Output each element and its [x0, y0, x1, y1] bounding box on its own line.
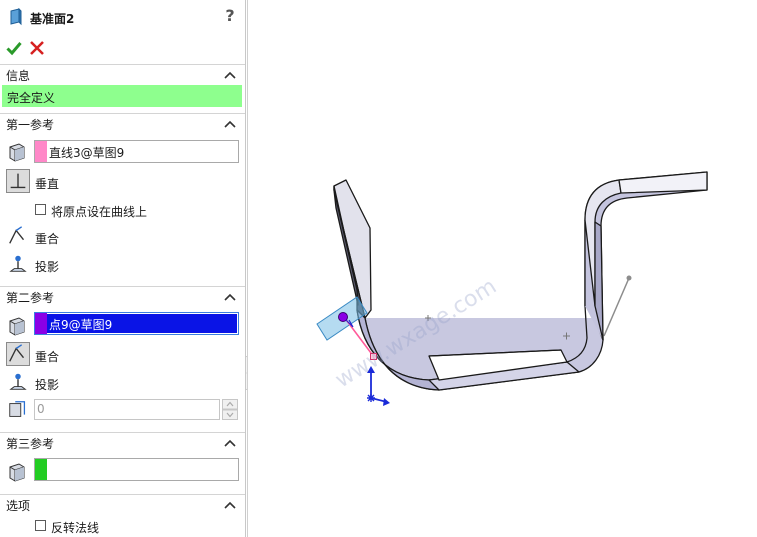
chevron-up-icon[interactable]: [224, 119, 236, 129]
graphics-viewport[interactable]: www.wxage.com: [247, 0, 757, 537]
ok-check-icon[interactable]: [6, 40, 22, 56]
chevron-up-icon[interactable]: [224, 70, 236, 80]
third-reference-color-swatch: [35, 459, 47, 480]
plane-feature-icon: [10, 8, 22, 26]
offset-value-text: 0: [37, 402, 45, 416]
perpendicular-label: 垂直: [35, 177, 60, 191]
status-message: 完全定义: [2, 85, 242, 107]
section-header-options[interactable]: 选项: [0, 494, 245, 514]
projection-icon[interactable]: [6, 370, 30, 394]
offset-value-input[interactable]: 0: [34, 399, 220, 420]
section-label-options: 选项: [6, 499, 31, 513]
second-reference-selection-text: 点9@草图9: [49, 318, 113, 332]
distance-spin-icon: [9, 401, 26, 417]
first-reference-color-swatch: [35, 141, 47, 162]
chevron-up-icon[interactable]: [224, 438, 236, 448]
second-reference-color-swatch: [35, 313, 47, 334]
second-projection-label: 投影: [35, 378, 60, 392]
projection-icon[interactable]: [6, 252, 30, 276]
section-label-first-reference: 第一参考: [6, 118, 55, 132]
section-label-third-reference: 第三参考: [6, 437, 55, 451]
first-reference-selection-text: 直线3@草图9: [49, 146, 125, 160]
section-header-third-reference[interactable]: 第三参考: [0, 432, 245, 452]
panel-titlebar: 基准面2 ?: [0, 0, 245, 34]
origin-on-curve-checkbox[interactable]: [35, 204, 46, 215]
section-label-info: 信息: [6, 69, 31, 83]
first-coincident-label: 重合: [35, 232, 60, 246]
cancel-x-icon[interactable]: [29, 40, 45, 56]
status-text: 完全定义: [7, 91, 56, 105]
third-reference-selection-box[interactable]: [34, 458, 239, 481]
model-canvas[interactable]: [248, 0, 757, 537]
sketch-line-endpoint[interactable]: [626, 275, 632, 281]
spinner-arrows-icon[interactable]: [222, 399, 238, 420]
chevron-up-icon[interactable]: [224, 500, 236, 510]
first-projection-label: 投影: [35, 260, 60, 274]
flip-normal-label: 反转法线: [51, 521, 100, 535]
origin-on-curve-label: 将原点设在曲线上: [51, 205, 148, 219]
section-label-second-reference: 第二参考: [6, 291, 55, 305]
feature-title: 基准面2: [30, 12, 75, 26]
section-header-second-reference[interactable]: 第二参考: [0, 286, 245, 306]
property-manager-panel: 基准面2 ? 信息 完全定义 第一参考 直线3@草图9 垂直 将原点设在曲线上 …: [0, 0, 246, 537]
section-header-info[interactable]: 信息: [0, 64, 245, 84]
cube-face-icon: [9, 143, 25, 162]
perpendicular-icon[interactable]: [6, 169, 30, 193]
section-header-first-reference[interactable]: 第一参考: [0, 113, 245, 133]
first-reference-selection-box[interactable]: 直线3@草图9: [34, 140, 239, 163]
second-reference-selection-box[interactable]: 点9@草图9: [34, 312, 239, 335]
sketch-line[interactable]: [603, 277, 630, 337]
help-icon[interactable]: ?: [222, 6, 238, 25]
coincident-icon[interactable]: [6, 342, 30, 366]
chevron-up-icon[interactable]: [224, 292, 236, 302]
cube-face-icon: [9, 317, 25, 336]
coincident-icon[interactable]: [6, 224, 30, 248]
second-coincident-label: 重合: [35, 350, 60, 364]
flip-normal-checkbox[interactable]: [35, 520, 46, 531]
cube-face-icon: [9, 463, 25, 482]
